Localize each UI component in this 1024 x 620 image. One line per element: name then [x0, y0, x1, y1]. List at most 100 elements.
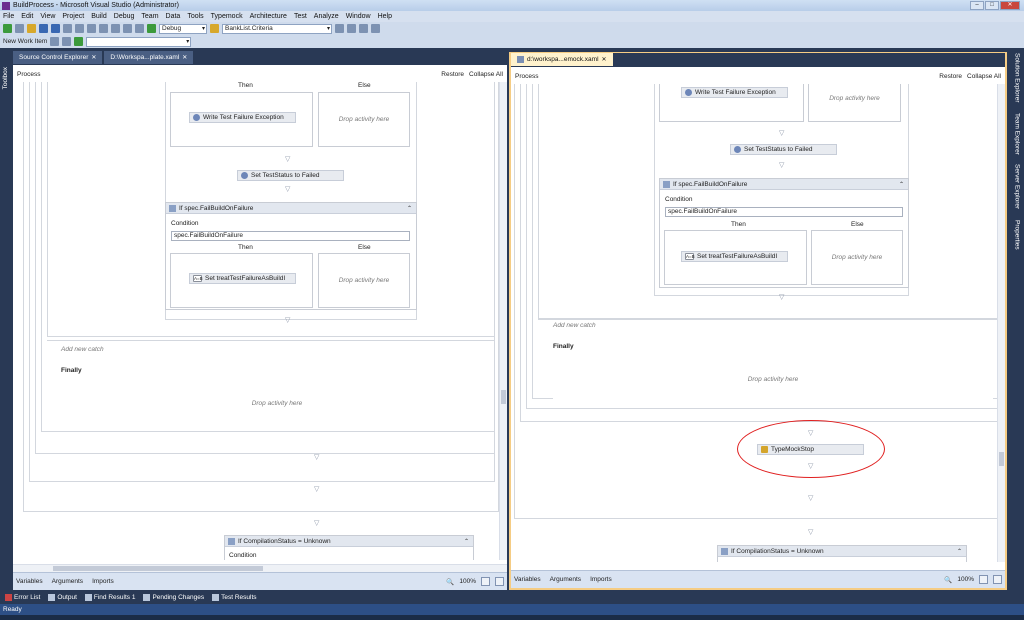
open-file-icon[interactable]	[27, 24, 36, 33]
maximize-button[interactable]: □	[985, 1, 999, 10]
solution-explorer-icon[interactable]	[335, 24, 344, 33]
new-work-item-button[interactable]: New Work Item	[3, 38, 47, 45]
menu-team[interactable]: Team	[141, 13, 158, 20]
overview-icon[interactable]	[495, 577, 504, 586]
tab-test-results[interactable]: Test Results	[209, 592, 259, 603]
tab-find-results[interactable]: Find Results 1	[82, 592, 139, 603]
imports-tab[interactable]: Imports	[590, 576, 612, 583]
scroll-thumb[interactable]	[53, 566, 263, 571]
tab-template-xaml[interactable]: D:\Workspa...plate.xaml ✕	[104, 51, 194, 64]
tab-error-list[interactable]: Error List	[2, 592, 43, 603]
tab-output[interactable]: Output	[45, 592, 80, 603]
new-project-icon[interactable]	[3, 24, 12, 33]
properties-tab[interactable]: Properties	[1014, 217, 1021, 253]
collapse-chevron-icon[interactable]: ⌃	[899, 181, 904, 188]
else-drop-zone[interactable]: Drop activity here	[318, 253, 410, 308]
menu-window[interactable]: Window	[346, 13, 371, 20]
zoom-level[interactable]: 100%	[459, 578, 476, 585]
menu-view[interactable]: View	[40, 13, 55, 20]
set-treat-failure-activity[interactable]: A=B Set treatTestFailureAsBuildI	[681, 251, 788, 262]
collapse-all-link[interactable]: Collapse All	[469, 71, 503, 78]
server-explorer-tab[interactable]: Server Explorer	[1014, 161, 1021, 212]
minimize-button[interactable]: –	[970, 1, 984, 10]
add-item-icon[interactable]	[15, 24, 24, 33]
find-combo[interactable]: BankList.Criteria	[222, 23, 332, 34]
set-teststatus-failed-activity[interactable]: Set TestStatus to Failed	[730, 144, 837, 155]
else-drop-zone[interactable]: Drop activity here	[811, 230, 903, 285]
else-drop-zone[interactable]: Drop activity here	[318, 92, 410, 147]
fit-to-screen-icon[interactable]	[979, 575, 988, 584]
menu-file[interactable]: File	[3, 13, 14, 20]
imports-tab[interactable]: Imports	[92, 578, 114, 585]
menu-architecture[interactable]: Architecture	[250, 13, 287, 20]
work-item-dropdown-icon[interactable]	[50, 37, 60, 46]
copy-icon[interactable]	[75, 24, 84, 33]
finally-drop-zone[interactable]: Drop activity here	[61, 378, 493, 428]
tab-source-control-explorer[interactable]: Source Control Explorer ✕	[13, 51, 103, 64]
save-all-icon[interactable]	[51, 24, 60, 33]
overview-icon[interactable]	[993, 575, 1002, 584]
zoom-level[interactable]: 100%	[957, 576, 974, 583]
designer-canvas[interactable]: Then Else Write Test Failure Exception D…	[13, 82, 507, 560]
finally-drop-zone[interactable]: Drop activity here	[553, 356, 993, 402]
find-in-files-icon[interactable]	[210, 24, 219, 33]
condition-input[interactable]: spec.FailBuildOnFailure	[665, 207, 903, 217]
add-new-catch-link[interactable]: Add new catch	[553, 322, 596, 329]
set-teststatus-failed-activity[interactable]: Set TestStatus to Failed	[237, 170, 344, 181]
properties-icon[interactable]	[347, 24, 356, 33]
write-test-failure-exception-activity[interactable]: Write Test Failure Exception	[681, 87, 788, 98]
condition-input[interactable]: spec.FailBuildOnFailure	[171, 231, 410, 241]
menu-typemock[interactable]: Typemock	[211, 13, 243, 20]
tab-pending-changes[interactable]: Pending Changes	[140, 592, 207, 603]
vertical-scrollbar[interactable]	[499, 82, 507, 560]
menu-debug[interactable]: Debug	[114, 13, 135, 20]
menu-tools[interactable]: Tools	[187, 13, 203, 20]
navigate-forward-icon[interactable]	[135, 24, 144, 33]
restore-link[interactable]: Restore	[939, 73, 962, 80]
variables-tab[interactable]: Variables	[16, 578, 43, 585]
start-debugging-icon[interactable]	[147, 24, 156, 33]
menu-data[interactable]: Data	[166, 13, 181, 20]
query-icon[interactable]	[62, 37, 72, 46]
toolbox-tab[interactable]: Toolbox	[2, 64, 9, 92]
save-icon[interactable]	[39, 24, 48, 33]
variables-tab[interactable]: Variables	[514, 576, 541, 583]
add-new-catch-link[interactable]: Add new catch	[61, 346, 104, 353]
menu-edit[interactable]: Edit	[21, 13, 33, 20]
object-browser-icon[interactable]	[359, 24, 368, 33]
cut-icon[interactable]	[63, 24, 72, 33]
close-icon[interactable]: ✕	[602, 56, 607, 63]
menu-help[interactable]: Help	[378, 13, 392, 20]
close-button[interactable]: ✕	[1000, 1, 1020, 10]
solution-configuration-select[interactable]: Debug	[159, 23, 207, 34]
zoom-search-icon[interactable]: 🔍	[944, 576, 952, 584]
close-icon[interactable]: ✕	[91, 54, 96, 61]
set-treat-failure-activity[interactable]: A=B Set treatTestFailureAsBuildI	[189, 273, 296, 284]
undo-icon[interactable]	[99, 24, 108, 33]
team-refresh-icon[interactable]	[74, 37, 84, 46]
arguments-tab[interactable]: Arguments	[550, 576, 581, 583]
arguments-tab[interactable]: Arguments	[52, 578, 83, 585]
team-explorer-tab[interactable]: Team Explorer	[1014, 110, 1021, 158]
paste-icon[interactable]	[87, 24, 96, 33]
restore-link[interactable]: Restore	[441, 71, 464, 78]
collapse-chevron-icon[interactable]: ⌃	[464, 538, 469, 545]
navigate-back-icon[interactable]	[123, 24, 132, 33]
collapse-all-link[interactable]: Collapse All	[967, 73, 1001, 80]
menu-analyze[interactable]: Analyze	[314, 13, 339, 20]
designer-canvas[interactable]: Write Test Failure Exception Drop activi…	[511, 84, 1005, 562]
horizontal-scrollbar[interactable]	[13, 564, 507, 572]
breadcrumb-process[interactable]: Process	[17, 71, 40, 78]
collapse-chevron-icon[interactable]: ⌃	[407, 205, 412, 212]
menu-test[interactable]: Test	[294, 13, 307, 20]
breadcrumb-process[interactable]: Process	[515, 73, 538, 80]
tab-typemock-xaml[interactable]: d:\workspa...emock.xaml ✕	[511, 53, 613, 66]
vertical-scrollbar[interactable]	[997, 84, 1005, 562]
solution-explorer-tab[interactable]: Solution Explorer	[1014, 50, 1021, 106]
zoom-search-icon[interactable]: 🔍	[446, 578, 454, 586]
scroll-thumb[interactable]	[501, 390, 506, 404]
collapse-chevron-icon[interactable]: ⌃	[957, 548, 962, 555]
menu-build[interactable]: Build	[91, 13, 107, 20]
scroll-thumb[interactable]	[999, 452, 1004, 466]
redo-icon[interactable]	[111, 24, 120, 33]
